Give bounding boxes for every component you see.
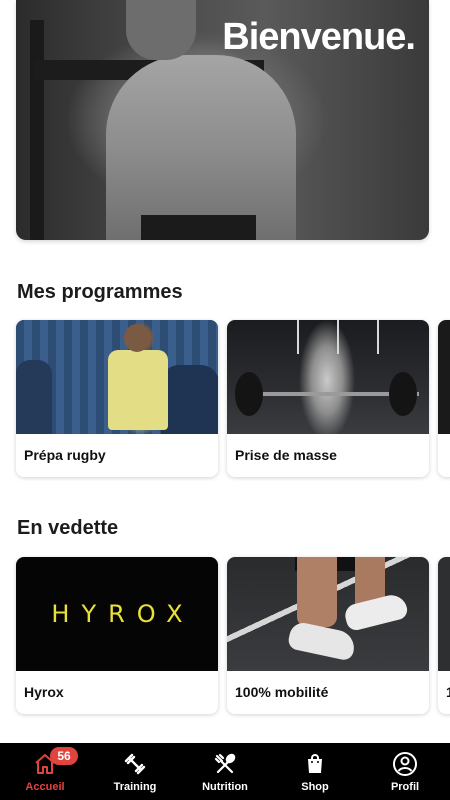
notification-badge: 56 <box>50 747 78 765</box>
featured-card-hyrox[interactable]: HYROX Hyrox <box>16 557 218 714</box>
section-title-programmes: Mes programmes <box>17 281 183 303</box>
section-title-vedette: En vedette <box>17 517 119 539</box>
program-image-rugby <box>16 320 218 434</box>
featured-card-label: Hyrox <box>24 684 64 700</box>
hero-athlete-body <box>106 55 296 240</box>
hero-athlete-shorts <box>141 215 256 240</box>
hero-bg-post <box>30 20 44 240</box>
tab-shop[interactable]: Shop <box>280 743 350 800</box>
program-card-prepa-rugby[interactable]: Prépa rugby <box>16 320 218 477</box>
tab-training[interactable]: Training <box>100 743 170 800</box>
featured-image-sneakers <box>227 557 429 671</box>
featured-image-partial <box>438 557 450 671</box>
shopping-bag-icon <box>302 751 328 777</box>
bottom-tab-bar: 56 Accueil Training Nutrition Shop Profi… <box>0 743 450 800</box>
tab-label: Profil <box>390 781 420 793</box>
featured-card-label: 1 <box>446 684 450 700</box>
program-card-label: Prépa rugby <box>24 447 106 463</box>
program-image-deadlift <box>227 320 429 434</box>
program-image-partial <box>438 320 450 434</box>
programmes-carousel[interactable]: Prépa rugby Prise de masse <box>16 320 450 480</box>
tab-label: Shop <box>301 781 329 793</box>
tab-nutrition[interactable]: Nutrition <box>190 743 260 800</box>
program-card-partial[interactable] <box>438 320 450 477</box>
tab-label: Training <box>113 781 157 793</box>
program-card-prise-de-masse[interactable]: Prise de masse <box>227 320 429 477</box>
cutlery-icon <box>212 751 238 777</box>
tab-profil[interactable]: Profil <box>370 743 440 800</box>
tab-label: Accueil <box>25 781 65 793</box>
hero-title: Bienvenue. <box>222 16 416 58</box>
dumbbell-icon <box>122 751 148 777</box>
tab-accueil[interactable]: 56 Accueil <box>10 743 80 800</box>
hyrox-logo-image: HYROX <box>16 557 218 671</box>
program-card-label: Prise de masse <box>235 447 337 463</box>
vedette-carousel[interactable]: HYROX Hyrox 100% mobilité 1 <box>16 557 450 717</box>
user-circle-icon <box>392 751 418 777</box>
featured-card-label: 100% mobilité <box>235 684 329 700</box>
tab-label: Nutrition <box>202 781 248 793</box>
hero-banner[interactable]: Bienvenue. <box>16 0 429 240</box>
featured-card-mobilite[interactable]: 100% mobilité <box>227 557 429 714</box>
hero-athlete-head <box>126 0 196 60</box>
hyrox-logo-text: HYROX <box>51 600 195 628</box>
featured-card-partial[interactable]: 1 <box>438 557 450 714</box>
